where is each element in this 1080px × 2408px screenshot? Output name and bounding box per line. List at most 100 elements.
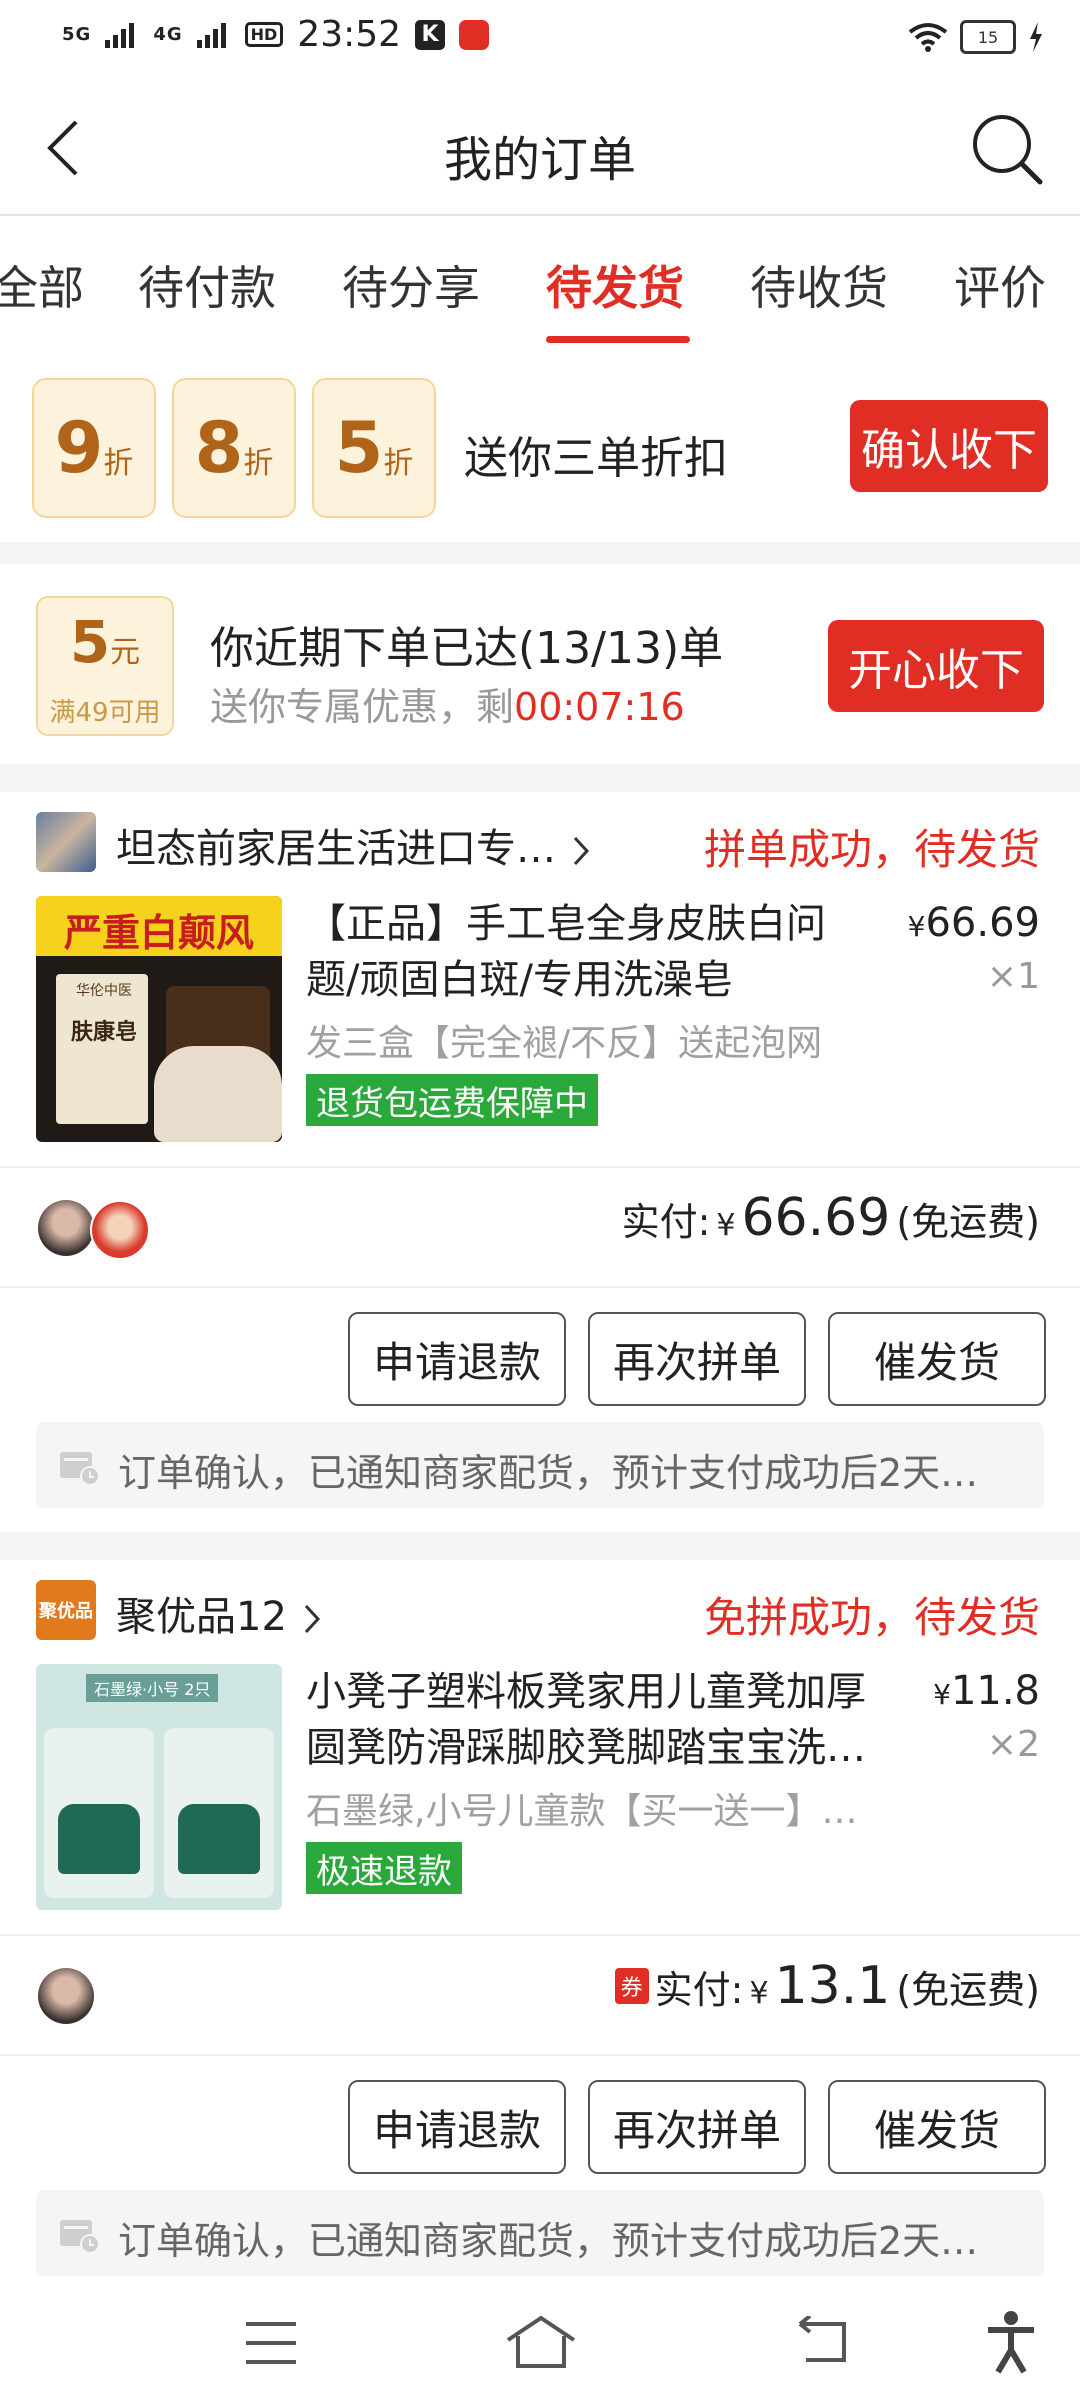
tab-pending-shipment[interactable]: 待发货 (546, 252, 684, 318)
confirm-accept-button[interactable]: 确认收下 (850, 400, 1048, 492)
divider (0, 2054, 1080, 2056)
reorder-button[interactable]: 再次拼单 (588, 1312, 806, 1406)
pdd-app-icon (459, 19, 490, 50)
paid-amount: 券 实付: ¥13.1 (免运费) (614, 1956, 1040, 2016)
product-quantity: ×1 (986, 956, 1040, 997)
shop-name: 聚优品12 (116, 1594, 287, 1640)
discount-value: 5 (334, 407, 384, 489)
order-card: 聚优品 聚优品12 免拼成功，待发货 石墨绿·小号 2只 小凳子塑料板凳家用儿童… (0, 1560, 1080, 2288)
paid-value: 13.1 (774, 1956, 891, 2016)
request-refund-button[interactable]: 申请退款 (348, 1312, 566, 1406)
promo-title: 你近期下单已达(13/13)单 (210, 623, 724, 674)
discount-banner: 9折 8折 5折 送你三单折扣 确认收下 (0, 346, 1080, 542)
order-card: 坦态前家居生活进口专… 拼单成功，待发货 严重白颠风 华伦中医 肤康皂 【正品】… (0, 792, 1080, 1532)
status-bar: 5G 4G HD 23:52 K 15 (0, 0, 1080, 80)
accessibility-icon[interactable] (984, 2310, 1038, 2374)
chevron-right-icon (304, 1604, 320, 1634)
product-price: ¥66.69 (908, 900, 1040, 946)
discount-card: 8折 (172, 378, 296, 518)
tab-pending-receipt[interactable]: 待收货 (750, 252, 888, 318)
order-notice[interactable]: 订单确认，已通知商家配货，预计支付成功后2天… (36, 1422, 1044, 1508)
coupon-value: 5 (69, 608, 111, 676)
k-app-icon: K (415, 19, 446, 50)
paid-amount: 实付: ¥66.69 (免运费) (622, 1188, 1040, 1248)
hd-icon: HD (244, 22, 284, 47)
signal-5g-icon: 5G (62, 24, 92, 45)
discount-value: 8 (194, 407, 244, 489)
delivery-notice-icon (60, 1452, 100, 1486)
image-brand: 华伦中医 (76, 983, 132, 999)
system-nav-bar (0, 2288, 1080, 2408)
avatar (38, 1200, 94, 1256)
product-image[interactable]: 严重白颠风 华伦中医 肤康皂 (36, 896, 282, 1142)
image-label-text: 石墨绿·小号 (94, 1680, 180, 1699)
active-tab-indicator (546, 336, 690, 343)
wifi-icon (908, 23, 948, 52)
charging-icon (1030, 22, 1042, 52)
hands-shape (154, 1046, 282, 1142)
shop-logo: 聚优品 (36, 1580, 96, 1640)
image-label: 石墨绿·小号 2只 (86, 1674, 219, 1702)
discount-unit: 折 (383, 446, 414, 481)
promo-subtitle-text: 送你专属优惠，剩 (210, 685, 515, 729)
search-icon[interactable] (970, 112, 1044, 186)
tab-pending-payment[interactable]: 待付款 (138, 252, 276, 318)
price-value: 11.8 (950, 1668, 1040, 1714)
discount-card: 9折 (32, 378, 156, 518)
shop-name-link[interactable]: 坦态前家居生活进口专… (116, 816, 593, 874)
home-icon[interactable] (504, 2314, 578, 2370)
stool-shape (58, 1804, 140, 1874)
top-header: 我的订单 (0, 80, 1080, 216)
order-notice[interactable]: 订单确认，已通知商家配货，预计支付成功后2天… (36, 2190, 1044, 2276)
status-right: 15 (908, 20, 1044, 54)
coupon-condition: 满49可用 (49, 698, 161, 728)
shop-logo (36, 812, 96, 872)
tab-pending-share[interactable]: 待分享 (342, 252, 480, 318)
image-box-label: 肤康皂 (70, 1020, 137, 1045)
page-title: 我的订单 (443, 132, 636, 188)
paid-label: 实付: (654, 1968, 744, 2012)
shop-name: 坦态前家居生活进口专… (116, 826, 556, 872)
paid-value: 66.69 (741, 1188, 891, 1248)
urge-shipment-button[interactable]: 催发货 (828, 2080, 1046, 2174)
coupon-amount: 5元 (38, 608, 172, 676)
notice-text: 订单确认，已通知商家配货，预计支付成功后2天… (118, 1451, 979, 1495)
section-gap (0, 764, 1080, 792)
back-nav-icon[interactable] (796, 2316, 850, 2366)
product-title[interactable]: 【正品】手工皂全身皮肤白问题/顽固白斑/专用洗澡皂 (306, 896, 876, 1008)
notice-text: 订单确认，已通知商家配货，预计支付成功后2天… (118, 2219, 979, 2263)
image-count: 2只 (184, 1680, 211, 1699)
happy-accept-button[interactable]: 开心收下 (828, 620, 1044, 712)
delivery-notice-icon (60, 2220, 100, 2254)
promo-banner: 5元 满49可用 你近期下单已达(13/13)单 送你专属优惠，剩00:07:1… (0, 564, 1080, 764)
request-refund-button[interactable]: 申请退款 (348, 2080, 566, 2174)
divider (0, 1166, 1080, 1168)
reorder-button[interactable]: 再次拼单 (588, 2080, 806, 2174)
tab-all[interactable]: 全部 (0, 252, 84, 318)
shop-name-link[interactable]: 聚优品12 (116, 1584, 324, 1642)
discount-text: 送你三单折扣 (464, 433, 728, 484)
discount-value: 9 (54, 407, 104, 489)
avatar (90, 1200, 150, 1260)
menu-icon[interactable] (244, 2318, 298, 2368)
order-status: 拼单成功，待发货 (703, 825, 1040, 874)
signal-bars-icon (105, 22, 135, 48)
discount-unit: 折 (103, 446, 134, 481)
paid-label: 实付: (621, 1200, 711, 1244)
stool-shape (178, 1804, 260, 1874)
product-spec: 石墨绿,小号儿童款【买一送一】… (306, 1791, 858, 1832)
return-shipping-tag: 退货包运费保障中 (306, 1074, 598, 1126)
price-value: 66.69 (925, 900, 1040, 946)
tab-review[interactable]: 评价 (954, 252, 1046, 318)
image-headline: 严重白颠风 (63, 911, 254, 955)
product-title[interactable]: 小凳子塑料板凳家用儿童凳加厚圆凳防滑踩脚胶凳脚踏宝宝洗… (306, 1664, 876, 1776)
product-image[interactable]: 石墨绿·小号 2只 (36, 1664, 282, 1910)
urge-shipment-button[interactable]: 催发货 (828, 1312, 1046, 1406)
status-time: 23:52 (297, 14, 402, 55)
signal-bars-icon (196, 22, 226, 48)
currency-symbol: ¥ (749, 1976, 769, 2011)
currency-symbol: ¥ (933, 1678, 951, 1711)
countdown-timer: 00:07:16 (514, 685, 685, 729)
coupon-badge: 券 (614, 1968, 649, 2004)
shipping-label: (免运费) (896, 1200, 1040, 1244)
